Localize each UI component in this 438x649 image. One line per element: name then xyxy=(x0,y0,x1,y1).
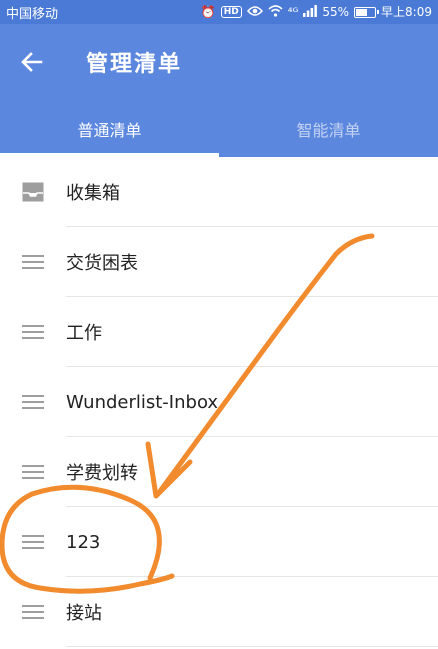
carrier-name: 中国移动 xyxy=(6,6,59,22)
tab-normal-lists[interactable]: 普通清单 xyxy=(0,100,219,157)
list-container: 收集箱 交货困表 工作 Wunderlist-Inbox 学费划转 123 接站 xyxy=(0,157,438,647)
tab-label: 普通清单 xyxy=(77,120,142,140)
inbox-icon xyxy=(0,182,66,202)
list-item[interactable]: 交货困表 xyxy=(0,227,438,297)
list-item-inbox[interactable]: 收集箱 xyxy=(0,157,438,227)
back-button[interactable] xyxy=(0,24,64,100)
status-icons: ⏰ HD ⁴ᴳ 55% 早上8:09 xyxy=(201,5,432,19)
clock: 早上8:09 xyxy=(381,5,432,19)
network-type: ⁴ᴳ xyxy=(287,5,299,19)
alarm-icon: ⏰ xyxy=(200,5,216,19)
list-item-label: Wunderlist-Inbox xyxy=(66,391,219,413)
list-item[interactable]: Wunderlist-Inbox xyxy=(0,367,438,437)
signal-icon xyxy=(303,5,318,19)
drag-handle-icon[interactable] xyxy=(0,605,66,619)
list-item[interactable]: 学费划转 xyxy=(0,437,438,507)
page-title: 管理清单 xyxy=(86,52,183,77)
app-bar: 管理清单 xyxy=(0,24,438,100)
list-item-label: 收集箱 xyxy=(66,183,120,204)
list-item-label: 接站 xyxy=(66,603,102,624)
drag-handle-icon[interactable] xyxy=(0,535,66,549)
list-item-label: 123 xyxy=(66,531,101,553)
drag-handle-icon[interactable] xyxy=(0,325,66,339)
list-item-label: 交货困表 xyxy=(66,253,138,274)
status-bar: 中国移动 ⏰ HD ⁴ᴳ 55% 早上8:09 xyxy=(0,0,438,24)
arrow-left-icon xyxy=(21,52,43,72)
tab-label: 智能清单 xyxy=(296,120,361,140)
drag-handle-icon[interactable] xyxy=(0,255,66,269)
battery-icon xyxy=(354,6,380,18)
wifi-icon xyxy=(268,5,283,19)
list-item-label: 工作 xyxy=(66,323,102,344)
drag-handle-icon[interactable] xyxy=(0,465,66,479)
list-item[interactable]: 接站 xyxy=(0,577,438,647)
list-item[interactable]: 123 xyxy=(0,507,438,577)
divider xyxy=(66,646,438,647)
drag-handle-icon[interactable] xyxy=(0,395,66,409)
tab-smart-lists[interactable]: 智能清单 xyxy=(219,100,438,157)
battery-percent: 55% xyxy=(322,5,350,19)
list-item[interactable]: 工作 xyxy=(0,297,438,367)
list-item-label: 学费划转 xyxy=(66,463,138,484)
eye-icon xyxy=(246,5,263,19)
hd-icon: HD xyxy=(220,6,242,18)
tab-bar: 普通清单 智能清单 xyxy=(0,100,438,157)
